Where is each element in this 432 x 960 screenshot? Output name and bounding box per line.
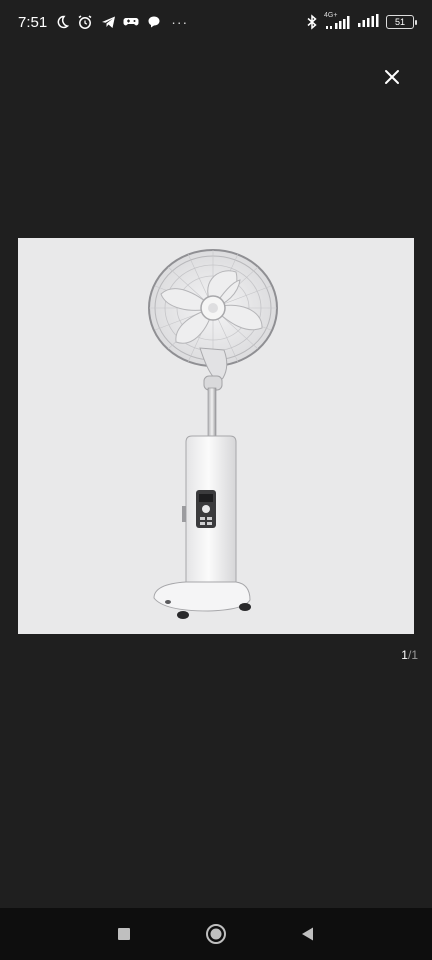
alarm-icon (77, 14, 93, 30)
signal-icon-sim1: 4G+ (324, 12, 352, 29)
page-current: 1 (401, 648, 408, 662)
system-nav-bar (0, 908, 432, 960)
battery-icon: 51 (386, 15, 417, 29)
chat-bubble-icon (146, 14, 162, 30)
square-icon (118, 928, 130, 940)
triangle-back-icon (302, 927, 313, 941)
nav-back-button[interactable] (288, 914, 328, 954)
status-right: 4G+ 51 (304, 12, 417, 32)
signal-icon-sim2 (358, 13, 380, 32)
bluetooth-icon (304, 14, 320, 30)
status-time: 7:51 (18, 13, 48, 31)
moon-icon (54, 14, 70, 30)
page-counter: 1/1 (401, 648, 418, 662)
status-left: 7:51 ··· (18, 14, 188, 31)
page-total: 1 (411, 648, 418, 662)
pedestal-fan-illustration (148, 249, 278, 619)
circle-icon (206, 924, 226, 944)
network-type-label: 4G+ (324, 12, 338, 19)
status-bar: 7:51 ··· 4G+ 51 (0, 0, 432, 44)
nav-home-button[interactable] (196, 914, 236, 954)
nav-recent-apps-button[interactable] (104, 914, 144, 954)
telegram-icon (100, 14, 116, 30)
close-button[interactable] (372, 57, 412, 97)
product-image[interactable] (18, 238, 414, 634)
close-icon (385, 70, 399, 84)
more-notifications-indicator: ··· (171, 14, 189, 30)
gamepad-icon (123, 14, 139, 30)
